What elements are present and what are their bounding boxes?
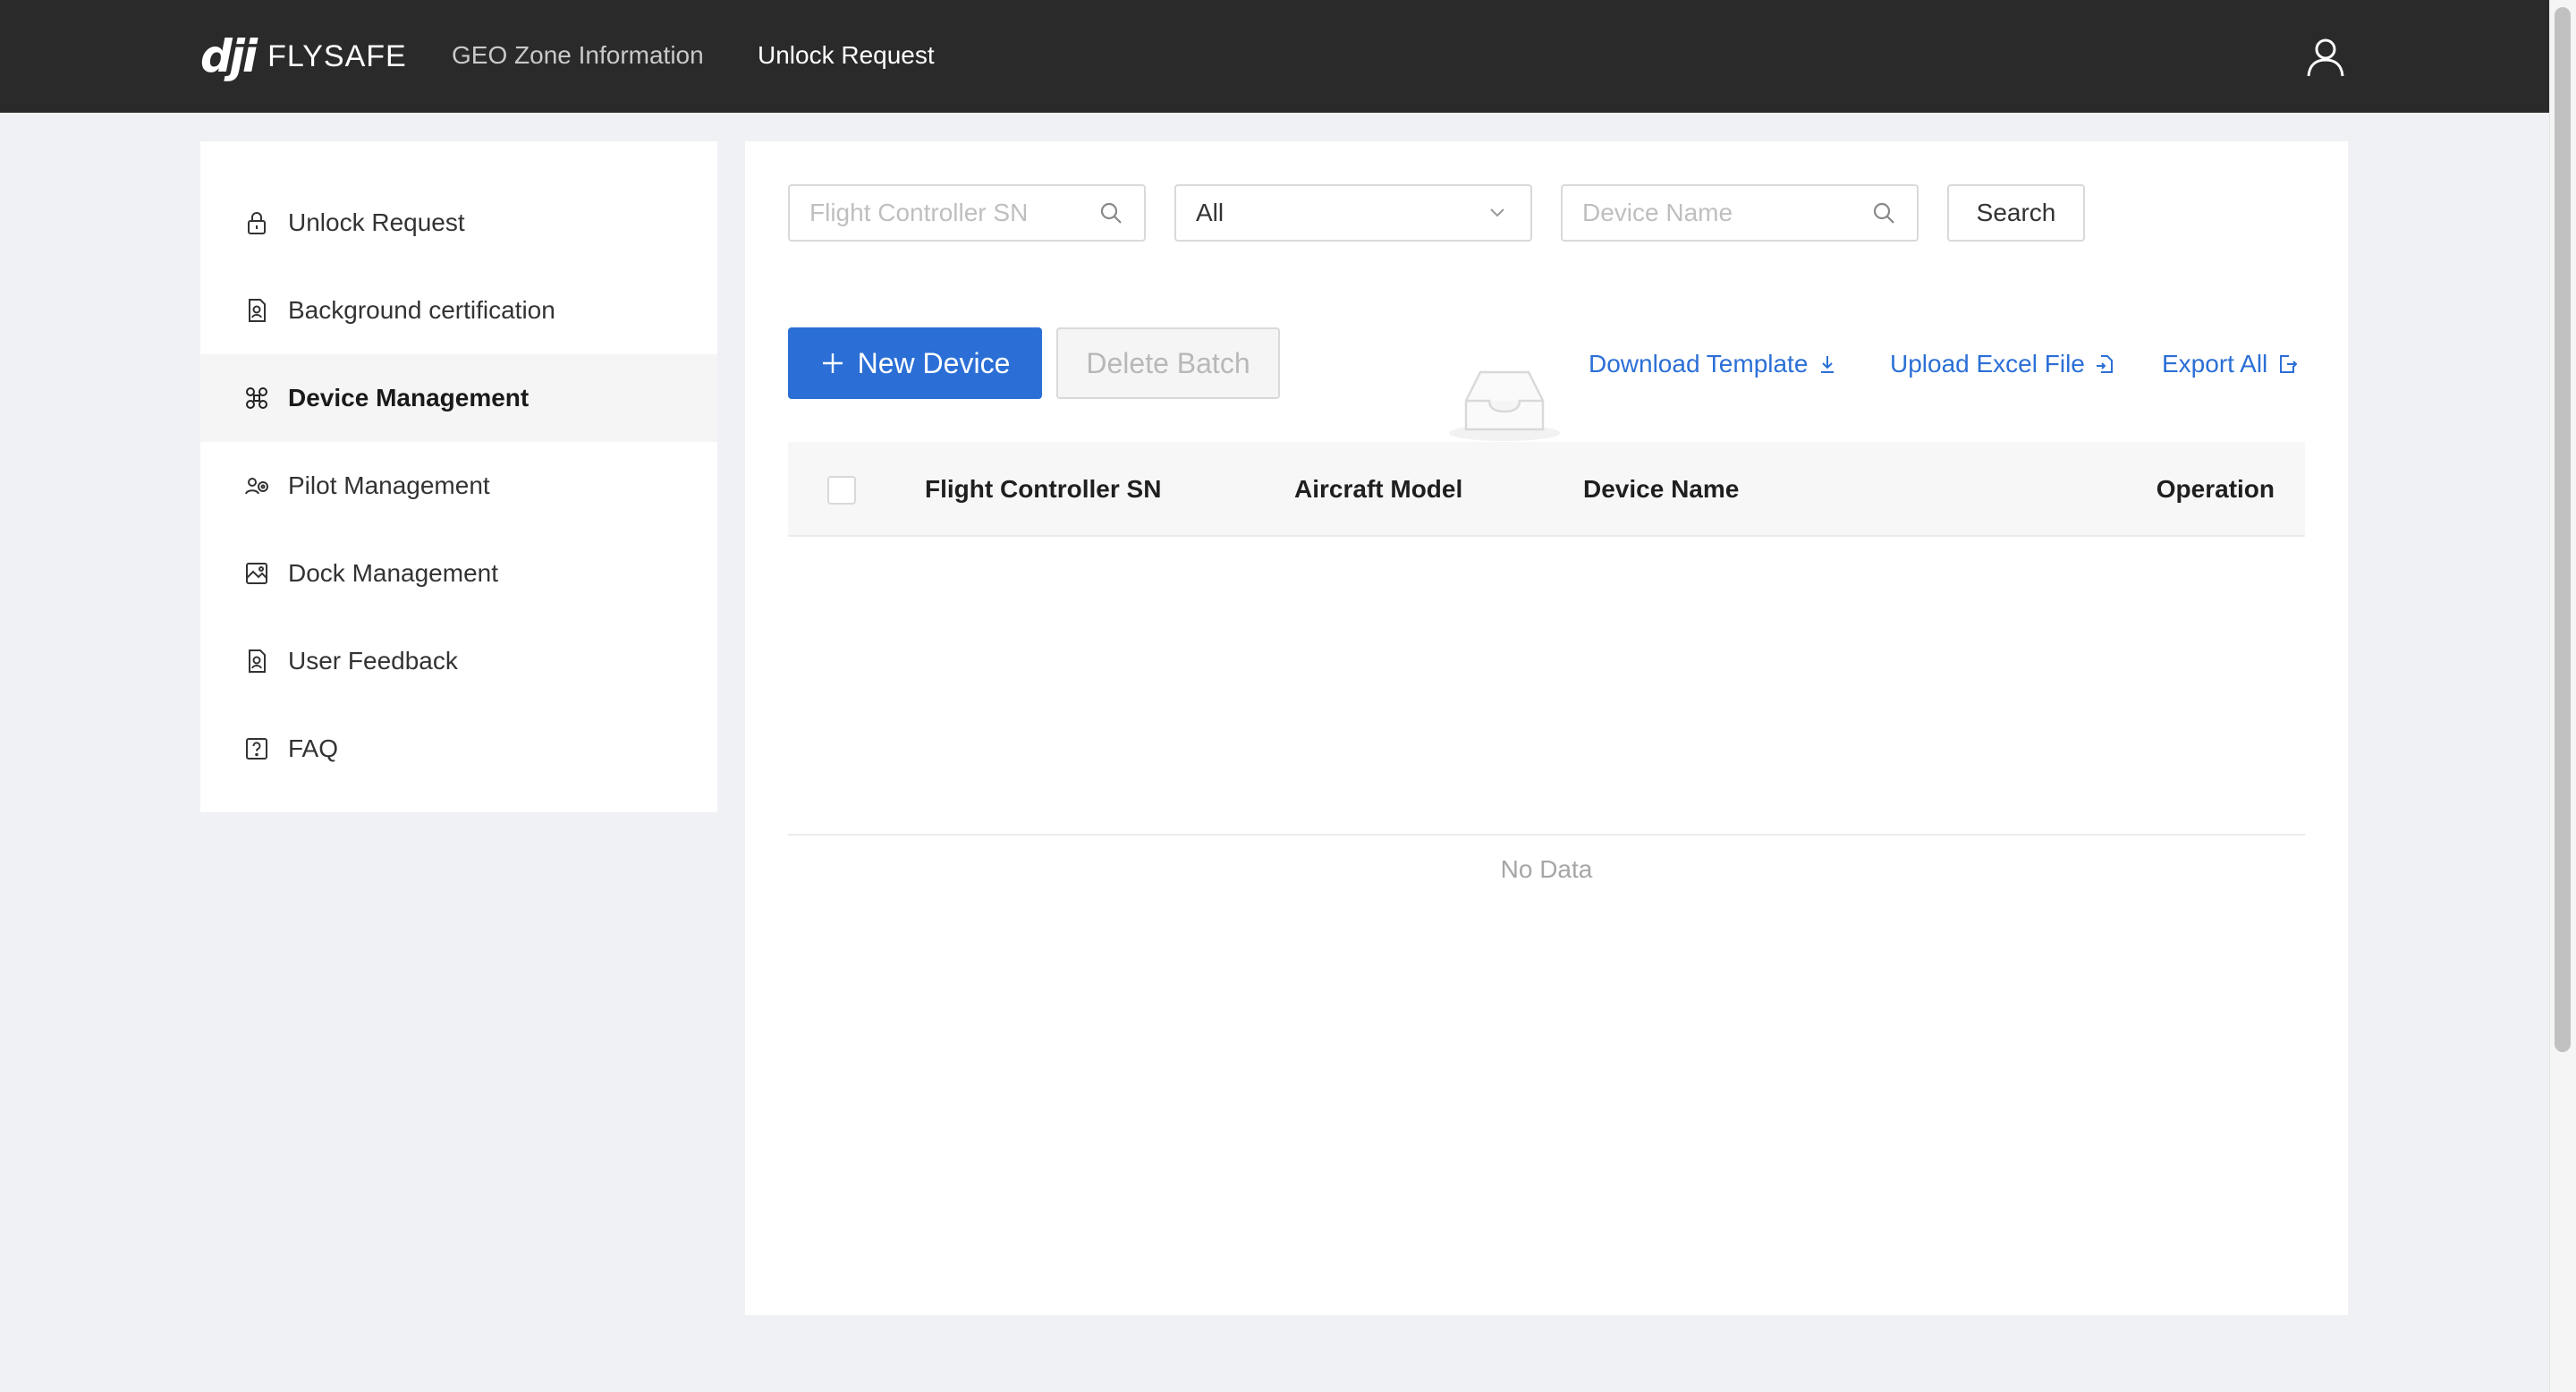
export-all-link[interactable]: Export All bbox=[2162, 349, 2298, 379]
sidebar-item-label: User Feedback bbox=[288, 647, 458, 675]
logo-text: FLYSAFE bbox=[267, 39, 407, 73]
column-header-operation: Operation bbox=[2156, 475, 2275, 503]
sidebar-item-label: FAQ bbox=[288, 734, 339, 762]
device-table-header: Flight Controller SN Aircraft Model Devi… bbox=[788, 442, 2305, 537]
download-template-link[interactable]: Download Template bbox=[1589, 349, 1838, 379]
sidebar-item-user-feedback[interactable]: User Feedback bbox=[200, 617, 717, 705]
empty-inbox-icon bbox=[1449, 370, 1560, 441]
sidebar-item-label: Background certification bbox=[288, 296, 555, 324]
delete-batch-button[interactable]: Delete Batch bbox=[1056, 327, 1280, 399]
sidebar-item-label: Pilot Management bbox=[288, 471, 490, 499]
download-template-label: Download Template bbox=[1589, 350, 1809, 378]
export-icon bbox=[2280, 355, 2298, 373]
sidebar-item-background-certification[interactable]: Background certification bbox=[200, 267, 717, 354]
sidebar-item-label: Unlock Request bbox=[288, 208, 465, 236]
sidebar-item-unlock-request[interactable]: Unlock Request bbox=[200, 179, 717, 267]
table-empty-state bbox=[788, 537, 2305, 836]
device-management-panel: All Search New Device Delete Batch Downl… bbox=[745, 141, 2348, 1315]
dji-flysafe-logo[interactable]: dji FLYSAFE bbox=[200, 34, 407, 79]
column-header-flight-controller-sn[interactable]: Flight Controller SN bbox=[925, 474, 1161, 505]
upload-file-icon bbox=[2096, 355, 2113, 373]
pilot-icon bbox=[245, 478, 268, 495]
sidebar-item-device-management[interactable]: Device Management bbox=[200, 354, 717, 442]
certificate-icon bbox=[249, 299, 266, 322]
select-all-checkbox[interactable] bbox=[827, 476, 856, 505]
sidebar-item-label: Device Management bbox=[288, 384, 530, 412]
new-device-button[interactable]: New Device bbox=[788, 327, 1042, 399]
top-navigation-bar: dji FLYSAFE GEO Zone Information Unlock … bbox=[0, 0, 2549, 113]
lock-icon bbox=[248, 212, 266, 234]
flight-controller-sn-input[interactable] bbox=[809, 199, 1097, 227]
no-data-text: No Data bbox=[1500, 855, 1593, 883]
select-value: All bbox=[1196, 199, 1224, 226]
sidebar-item-dock-management[interactable]: Dock Management bbox=[200, 530, 717, 617]
logo-mark: dji bbox=[200, 30, 258, 82]
dock-icon bbox=[246, 563, 267, 584]
nav-unlock-request[interactable]: Unlock Request bbox=[758, 39, 935, 72]
aircraft-model-select[interactable]: All bbox=[1174, 184, 1532, 242]
user-icon[interactable] bbox=[2304, 36, 2347, 79]
nav-geo-zone-information[interactable]: GEO Zone Information bbox=[452, 39, 704, 72]
upload-excel-label: Upload Excel File bbox=[1890, 350, 2085, 378]
chevron-down-icon bbox=[1490, 208, 1504, 217]
feedback-icon bbox=[249, 649, 266, 673]
drone-icon bbox=[246, 387, 267, 409]
device-name-input[interactable] bbox=[1582, 199, 1870, 227]
export-all-label: Export All bbox=[2162, 350, 2268, 378]
sidebar: Unlock Request Background certification … bbox=[200, 141, 717, 812]
flight-controller-sn-search-field[interactable] bbox=[788, 184, 1146, 242]
search-icon[interactable] bbox=[1097, 199, 1124, 226]
sidebar-item-pilot-management[interactable]: Pilot Management bbox=[200, 442, 717, 530]
column-header-aircraft-model[interactable]: Aircraft Model bbox=[1294, 474, 1462, 505]
sidebar-item-faq[interactable]: FAQ bbox=[200, 705, 717, 793]
download-icon bbox=[1821, 356, 1835, 373]
scrollbar-thumb[interactable] bbox=[2555, 7, 2571, 1052]
column-header-device-name[interactable]: Device Name bbox=[1583, 474, 1739, 505]
search-icon[interactable] bbox=[1870, 199, 1897, 226]
device-name-search-field[interactable] bbox=[1561, 184, 1919, 242]
search-button[interactable]: Search bbox=[1947, 184, 2085, 242]
sidebar-item-label: Dock Management bbox=[288, 559, 499, 587]
upload-excel-file-link[interactable]: Upload Excel File bbox=[1890, 349, 2115, 379]
plus-icon bbox=[822, 353, 843, 373]
new-device-label: New Device bbox=[857, 346, 1011, 379]
help-icon bbox=[246, 738, 267, 760]
